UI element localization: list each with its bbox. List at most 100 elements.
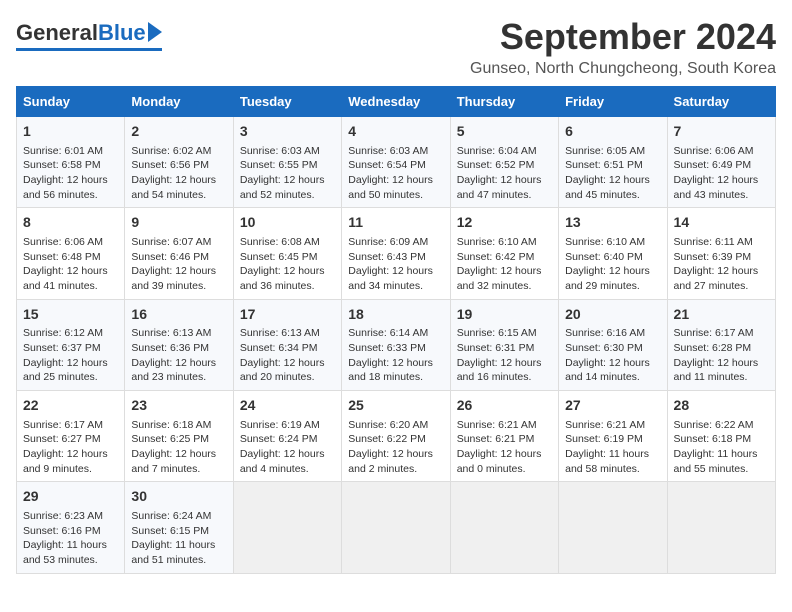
day-info: Sunrise: 6:02 AMSunset: 6:56 PMDaylight:… xyxy=(131,144,226,203)
day-number: 18 xyxy=(348,305,443,325)
day-number: 27 xyxy=(565,396,660,416)
header-wednesday: Wednesday xyxy=(342,87,450,117)
calendar-cell: 16Sunrise: 6:13 AMSunset: 6:36 PMDayligh… xyxy=(125,299,233,390)
header-row: SundayMondayTuesdayWednesdayThursdayFrid… xyxy=(17,87,776,117)
calendar-cell xyxy=(342,482,450,573)
header-monday: Monday xyxy=(125,87,233,117)
calendar-cell: 27Sunrise: 6:21 AMSunset: 6:19 PMDayligh… xyxy=(559,391,667,482)
title-area: September 2024 Gunseo, North Chungcheong… xyxy=(470,16,776,78)
logo-blue: Blue xyxy=(98,20,146,46)
day-number: 7 xyxy=(674,122,769,142)
day-number: 25 xyxy=(348,396,443,416)
day-number: 20 xyxy=(565,305,660,325)
logo-underline xyxy=(16,48,162,51)
day-info: Sunrise: 6:17 AMSunset: 6:27 PMDaylight:… xyxy=(23,418,118,477)
day-info: Sunrise: 6:01 AMSunset: 6:58 PMDaylight:… xyxy=(23,144,118,203)
calendar-cell: 17Sunrise: 6:13 AMSunset: 6:34 PMDayligh… xyxy=(233,299,341,390)
day-number: 30 xyxy=(131,487,226,507)
day-number: 28 xyxy=(674,396,769,416)
calendar-cell: 3Sunrise: 6:03 AMSunset: 6:55 PMDaylight… xyxy=(233,117,341,208)
day-info: Sunrise: 6:06 AMSunset: 6:49 PMDaylight:… xyxy=(674,144,769,203)
day-info: Sunrise: 6:15 AMSunset: 6:31 PMDaylight:… xyxy=(457,326,552,385)
day-number: 6 xyxy=(565,122,660,142)
calendar-cell: 4Sunrise: 6:03 AMSunset: 6:54 PMDaylight… xyxy=(342,117,450,208)
calendar-week-2: 8Sunrise: 6:06 AMSunset: 6:48 PMDaylight… xyxy=(17,208,776,299)
calendar-week-3: 15Sunrise: 6:12 AMSunset: 6:37 PMDayligh… xyxy=(17,299,776,390)
header-friday: Friday xyxy=(559,87,667,117)
calendar-cell: 26Sunrise: 6:21 AMSunset: 6:21 PMDayligh… xyxy=(450,391,558,482)
calendar-cell: 2Sunrise: 6:02 AMSunset: 6:56 PMDaylight… xyxy=(125,117,233,208)
day-info: Sunrise: 6:13 AMSunset: 6:36 PMDaylight:… xyxy=(131,326,226,385)
day-number: 21 xyxy=(674,305,769,325)
logo: General Blue xyxy=(16,20,162,51)
calendar-cell: 29Sunrise: 6:23 AMSunset: 6:16 PMDayligh… xyxy=(17,482,125,573)
day-info: Sunrise: 6:22 AMSunset: 6:18 PMDaylight:… xyxy=(674,418,769,477)
day-number: 14 xyxy=(674,213,769,233)
day-number: 29 xyxy=(23,487,118,507)
day-info: Sunrise: 6:13 AMSunset: 6:34 PMDaylight:… xyxy=(240,326,335,385)
day-number: 23 xyxy=(131,396,226,416)
day-info: Sunrise: 6:18 AMSunset: 6:25 PMDaylight:… xyxy=(131,418,226,477)
calendar-cell: 24Sunrise: 6:19 AMSunset: 6:24 PMDayligh… xyxy=(233,391,341,482)
day-info: Sunrise: 6:17 AMSunset: 6:28 PMDaylight:… xyxy=(674,326,769,385)
calendar-cell: 23Sunrise: 6:18 AMSunset: 6:25 PMDayligh… xyxy=(125,391,233,482)
calendar-cell: 9Sunrise: 6:07 AMSunset: 6:46 PMDaylight… xyxy=(125,208,233,299)
header-thursday: Thursday xyxy=(450,87,558,117)
calendar-week-1: 1Sunrise: 6:01 AMSunset: 6:58 PMDaylight… xyxy=(17,117,776,208)
calendar-cell: 7Sunrise: 6:06 AMSunset: 6:49 PMDaylight… xyxy=(667,117,775,208)
calendar-body: 1Sunrise: 6:01 AMSunset: 6:58 PMDaylight… xyxy=(17,117,776,574)
day-number: 1 xyxy=(23,122,118,142)
calendar-cell: 6Sunrise: 6:05 AMSunset: 6:51 PMDaylight… xyxy=(559,117,667,208)
day-number: 15 xyxy=(23,305,118,325)
page-header: General Blue September 2024 Gunseo, Nort… xyxy=(16,16,776,78)
calendar-cell: 14Sunrise: 6:11 AMSunset: 6:39 PMDayligh… xyxy=(667,208,775,299)
day-number: 12 xyxy=(457,213,552,233)
calendar-cell: 25Sunrise: 6:20 AMSunset: 6:22 PMDayligh… xyxy=(342,391,450,482)
header-tuesday: Tuesday xyxy=(233,87,341,117)
day-info: Sunrise: 6:19 AMSunset: 6:24 PMDaylight:… xyxy=(240,418,335,477)
logo-general: General xyxy=(16,20,98,46)
day-info: Sunrise: 6:21 AMSunset: 6:21 PMDaylight:… xyxy=(457,418,552,477)
calendar-subtitle: Gunseo, North Chungcheong, South Korea xyxy=(470,60,776,78)
day-info: Sunrise: 6:20 AMSunset: 6:22 PMDaylight:… xyxy=(348,418,443,477)
calendar-cell xyxy=(450,482,558,573)
calendar-cell: 13Sunrise: 6:10 AMSunset: 6:40 PMDayligh… xyxy=(559,208,667,299)
calendar-cell: 1Sunrise: 6:01 AMSunset: 6:58 PMDaylight… xyxy=(17,117,125,208)
day-info: Sunrise: 6:16 AMSunset: 6:30 PMDaylight:… xyxy=(565,326,660,385)
day-info: Sunrise: 6:11 AMSunset: 6:39 PMDaylight:… xyxy=(674,235,769,294)
day-number: 5 xyxy=(457,122,552,142)
day-info: Sunrise: 6:03 AMSunset: 6:55 PMDaylight:… xyxy=(240,144,335,203)
day-info: Sunrise: 6:23 AMSunset: 6:16 PMDaylight:… xyxy=(23,509,118,568)
day-number: 2 xyxy=(131,122,226,142)
day-info: Sunrise: 6:04 AMSunset: 6:52 PMDaylight:… xyxy=(457,144,552,203)
calendar-cell: 18Sunrise: 6:14 AMSunset: 6:33 PMDayligh… xyxy=(342,299,450,390)
day-number: 17 xyxy=(240,305,335,325)
day-number: 26 xyxy=(457,396,552,416)
day-number: 10 xyxy=(240,213,335,233)
calendar-header: SundayMondayTuesdayWednesdayThursdayFrid… xyxy=(17,87,776,117)
day-info: Sunrise: 6:03 AMSunset: 6:54 PMDaylight:… xyxy=(348,144,443,203)
calendar-title: September 2024 xyxy=(470,16,776,58)
day-info: Sunrise: 6:07 AMSunset: 6:46 PMDaylight:… xyxy=(131,235,226,294)
calendar-cell xyxy=(559,482,667,573)
day-info: Sunrise: 6:05 AMSunset: 6:51 PMDaylight:… xyxy=(565,144,660,203)
calendar-cell xyxy=(667,482,775,573)
day-info: Sunrise: 6:06 AMSunset: 6:48 PMDaylight:… xyxy=(23,235,118,294)
day-info: Sunrise: 6:10 AMSunset: 6:40 PMDaylight:… xyxy=(565,235,660,294)
day-number: 11 xyxy=(348,213,443,233)
calendar-cell: 10Sunrise: 6:08 AMSunset: 6:45 PMDayligh… xyxy=(233,208,341,299)
header-sunday: Sunday xyxy=(17,87,125,117)
calendar-cell: 30Sunrise: 6:24 AMSunset: 6:15 PMDayligh… xyxy=(125,482,233,573)
day-number: 24 xyxy=(240,396,335,416)
calendar-cell: 19Sunrise: 6:15 AMSunset: 6:31 PMDayligh… xyxy=(450,299,558,390)
calendar-table: SundayMondayTuesdayWednesdayThursdayFrid… xyxy=(16,86,776,574)
day-info: Sunrise: 6:08 AMSunset: 6:45 PMDaylight:… xyxy=(240,235,335,294)
calendar-cell: 15Sunrise: 6:12 AMSunset: 6:37 PMDayligh… xyxy=(17,299,125,390)
day-number: 22 xyxy=(23,396,118,416)
calendar-week-4: 22Sunrise: 6:17 AMSunset: 6:27 PMDayligh… xyxy=(17,391,776,482)
logo-arrow-icon xyxy=(148,22,162,42)
day-number: 9 xyxy=(131,213,226,233)
calendar-cell: 28Sunrise: 6:22 AMSunset: 6:18 PMDayligh… xyxy=(667,391,775,482)
day-info: Sunrise: 6:24 AMSunset: 6:15 PMDaylight:… xyxy=(131,509,226,568)
day-number: 3 xyxy=(240,122,335,142)
